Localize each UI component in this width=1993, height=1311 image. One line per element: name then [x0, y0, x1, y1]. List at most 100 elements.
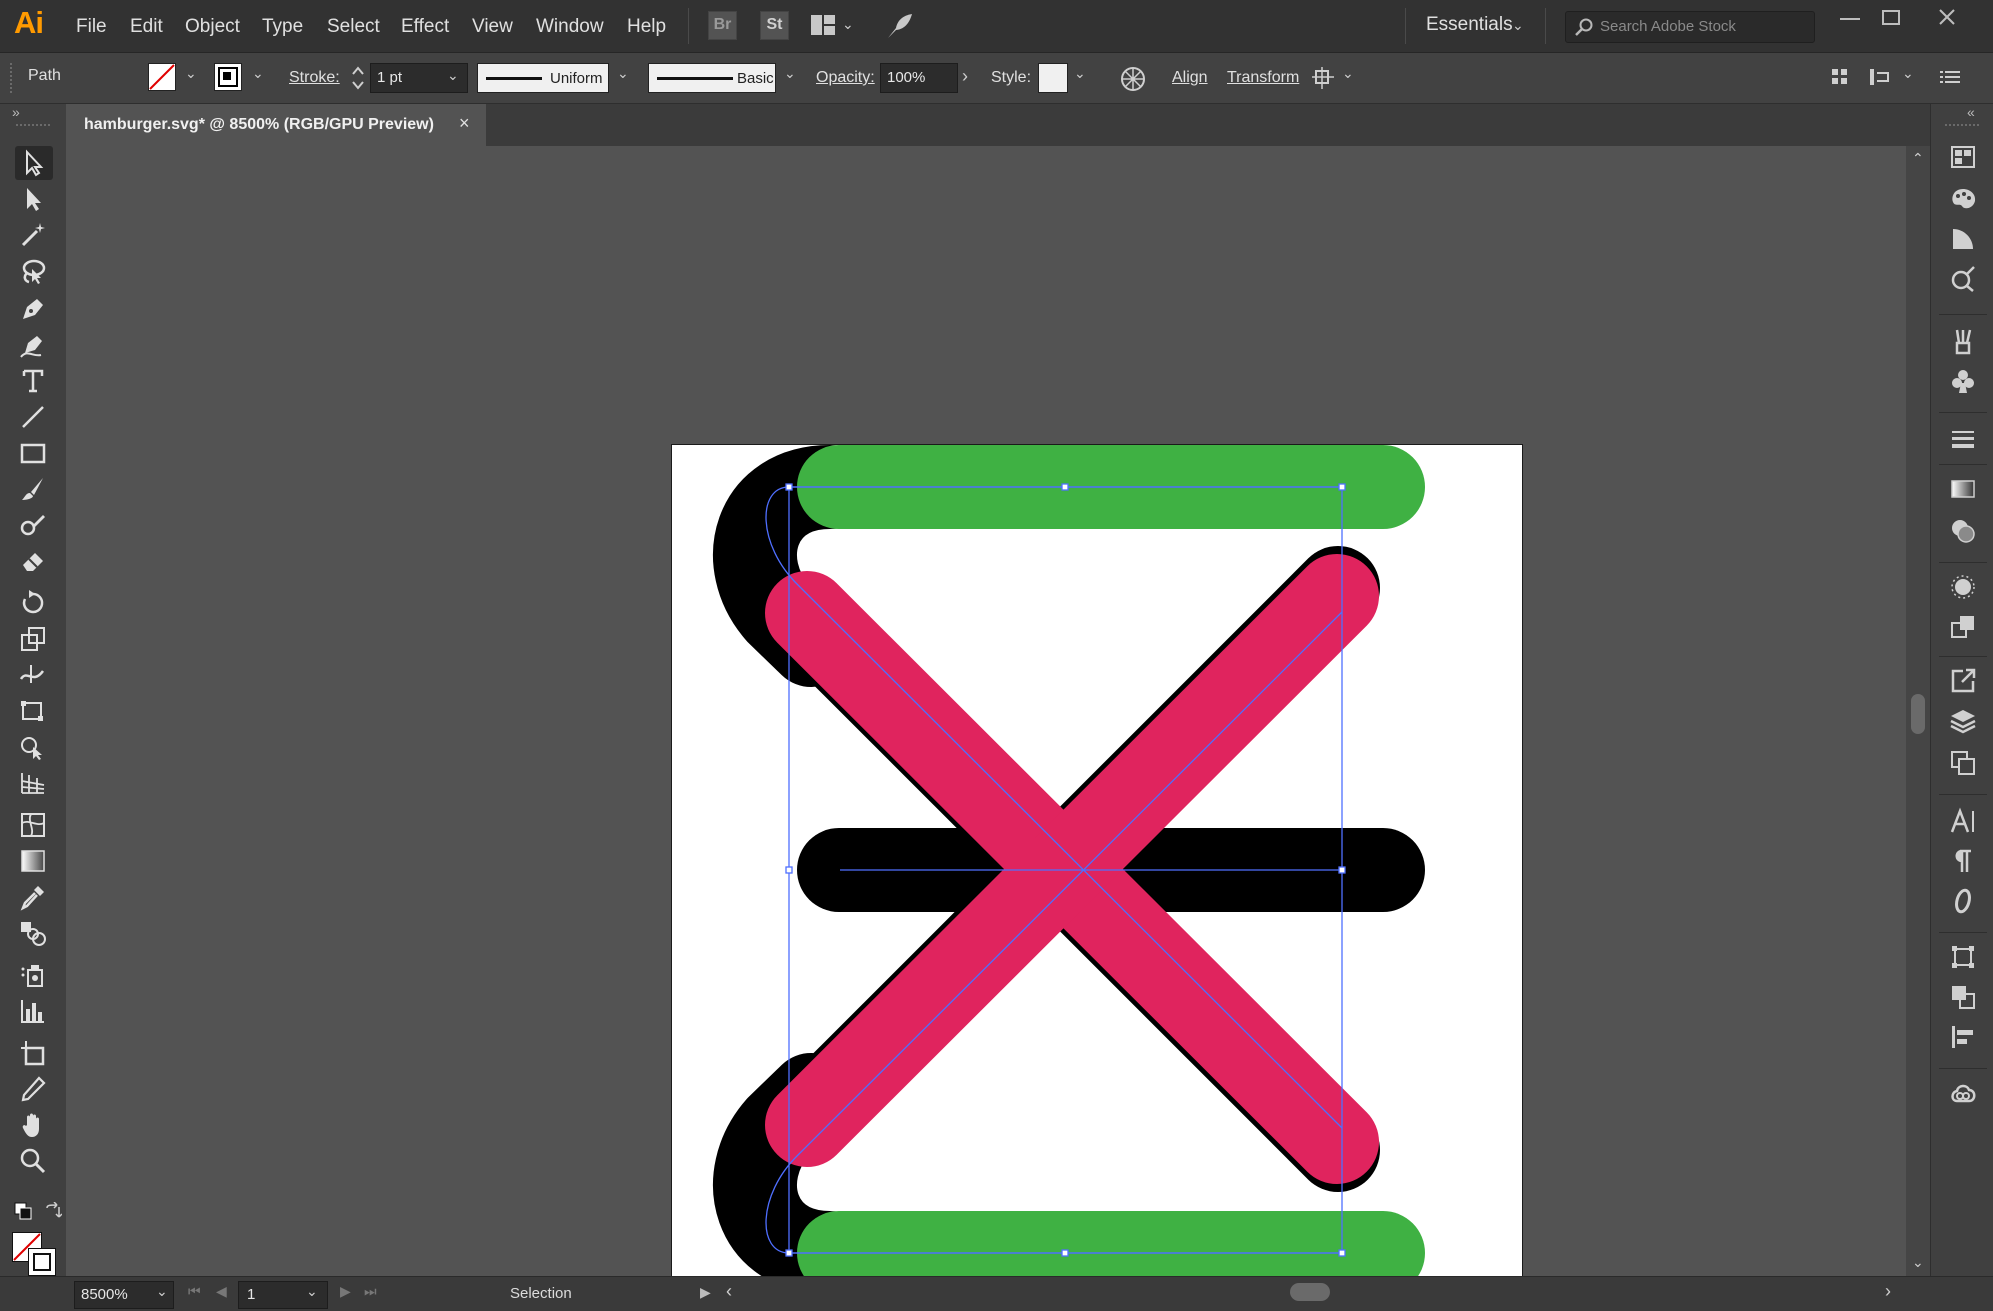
scroll-right-icon[interactable]: ›	[1885, 1281, 1891, 1302]
bridge-button[interactable]: Br	[708, 11, 737, 40]
column-graph-tool[interactable]	[16, 996, 50, 1026]
stroke-panel-button[interactable]	[1945, 422, 1981, 456]
chevron-down-icon[interactable]: ⌄	[617, 65, 629, 82]
creative-cloud-button[interactable]	[1945, 1076, 1981, 1110]
first-artboard-icon[interactable]: ⏮	[188, 1283, 201, 1300]
curvature-tool[interactable]	[16, 330, 50, 360]
layers-panel-button[interactable]	[1945, 704, 1981, 738]
stroke-weight-field[interactable]: 1 pt ⌄	[370, 63, 468, 93]
expand-panels-icon[interactable]: «	[1967, 104, 1975, 120]
recolor-panel-button[interactable]	[1945, 262, 1981, 296]
recolor-artwork-icon[interactable]	[1119, 65, 1147, 93]
graphic-style-swatch[interactable]	[1038, 63, 1068, 93]
magic-wand-tool[interactable]	[16, 220, 50, 250]
shaper-tool[interactable]	[16, 510, 50, 540]
blend-tool[interactable]	[16, 918, 50, 948]
align-panel-button[interactable]	[1945, 1020, 1981, 1054]
opacity-label[interactable]: Opacity:	[816, 69, 875, 87]
transform-link[interactable]: Transform	[1227, 69, 1299, 87]
chevron-down-icon[interactable]: ⌄	[1512, 17, 1524, 34]
default-fill-stroke-icon[interactable]	[14, 1202, 32, 1220]
character-panel-button[interactable]	[1945, 804, 1981, 838]
close-window-button[interactable]	[1938, 8, 1956, 26]
search-stock-field[interactable]: Search Adobe Stock	[1565, 11, 1815, 43]
variable-width-profile[interactable]: Uniform	[477, 63, 609, 93]
graphic-styles-panel-button[interactable]	[1945, 610, 1981, 644]
selection-tool[interactable]	[16, 148, 50, 178]
shape-builder-tool[interactable]	[16, 732, 50, 762]
paragraph-panel-button[interactable]	[1945, 844, 1981, 878]
width-tool[interactable]	[16, 660, 50, 690]
chevron-down-icon[interactable]: ⌄	[1074, 65, 1086, 82]
scale-tool[interactable]	[16, 624, 50, 654]
stock-button[interactable]: St	[760, 11, 789, 40]
chevron-down-icon[interactable]: ⌄	[784, 65, 796, 82]
vertical-scroll-thumb[interactable]	[1911, 694, 1925, 734]
menu-select[interactable]: Select	[327, 16, 380, 38]
stroke-weight-stepper[interactable]	[349, 63, 367, 93]
canvas-area[interactable]	[66, 146, 1906, 1296]
artboard[interactable]	[671, 444, 1523, 1296]
document-tab[interactable]: hamburger.svg* @ 8500% (RGB/GPU Preview)…	[66, 104, 486, 146]
menu-edit[interactable]: Edit	[130, 16, 163, 38]
horizontal-scrollbar[interactable]: ‹ ›	[720, 1279, 1906, 1305]
isolate-object-icon[interactable]	[1310, 65, 1336, 91]
collapse-toolbar-icon[interactable]: »	[12, 104, 20, 120]
arrange-panels-icon[interactable]	[1830, 67, 1850, 87]
transform-panel-button[interactable]	[1945, 940, 1981, 974]
chevron-right-icon[interactable]: ›	[962, 66, 968, 87]
libraries-panel-button[interactable]	[1945, 140, 1981, 174]
opacity-field[interactable]: 100%	[880, 63, 958, 93]
fill-dropdown-chevron[interactable]: ⌄	[185, 65, 197, 82]
minimize-button[interactable]	[1840, 18, 1860, 20]
artwork[interactable]	[672, 445, 1522, 1295]
rectangle-tool[interactable]	[16, 438, 50, 468]
pen-tool[interactable]	[16, 294, 50, 324]
menu-effect[interactable]: Effect	[401, 16, 449, 38]
direct-selection-tool[interactable]	[16, 184, 50, 214]
mesh-tool[interactable]	[16, 810, 50, 840]
artboard-tool[interactable]	[16, 1038, 50, 1068]
perspective-grid-tool[interactable]	[16, 768, 50, 798]
opentype-panel-button[interactable]	[1945, 884, 1981, 918]
close-tab-icon[interactable]: ×	[459, 113, 470, 134]
menu-object[interactable]: Object	[185, 16, 240, 38]
distribute-icon[interactable]	[1868, 67, 1894, 87]
pathfinder-panel-button[interactable]	[1945, 980, 1981, 1014]
swap-fill-stroke-icon[interactable]	[44, 1202, 62, 1220]
chevron-down-icon[interactable]: ⌄	[1902, 65, 1914, 82]
horizontal-scroll-thumb[interactable]	[1290, 1283, 1330, 1301]
color-panel-button[interactable]	[1945, 182, 1981, 216]
hand-tool[interactable]	[16, 1110, 50, 1140]
chevron-down-icon[interactable]: ⌄	[1342, 65, 1354, 82]
menu-window[interactable]: Window	[536, 16, 604, 38]
gradient-tool[interactable]	[16, 846, 50, 876]
zoom-tool[interactable]	[16, 1146, 50, 1176]
transparency-panel-button[interactable]	[1945, 514, 1981, 548]
last-artboard-icon[interactable]: ⏭	[364, 1283, 377, 1300]
panel-grip[interactable]	[1945, 124, 1979, 129]
line-segment-tool[interactable]	[16, 402, 50, 432]
vertical-scrollbar[interactable]: ⌃ ⌄	[1906, 146, 1930, 1276]
slice-tool[interactable]	[16, 1074, 50, 1104]
type-tool[interactable]	[16, 366, 50, 396]
next-artboard-icon[interactable]: ▶	[340, 1283, 351, 1300]
gradient-panel-button[interactable]	[1945, 472, 1981, 506]
export-asset-panel-button[interactable]	[1945, 664, 1981, 698]
stroke-dropdown-chevron[interactable]: ⌄	[252, 65, 264, 82]
color-guide-panel-button[interactable]	[1945, 222, 1981, 256]
feather-icon[interactable]	[884, 12, 914, 40]
fill-swatch[interactable]	[148, 63, 176, 91]
free-transform-tool[interactable]	[16, 696, 50, 726]
menu-help[interactable]: Help	[627, 16, 666, 38]
eyedropper-tool[interactable]	[16, 882, 50, 912]
zoom-dropdown-chevron[interactable]: ⌄	[156, 1283, 168, 1300]
stroke-swatch[interactable]	[214, 63, 242, 91]
paintbrush-tool[interactable]	[16, 474, 50, 504]
symbols-panel-button[interactable]	[1945, 364, 1981, 398]
appearance-panel-button[interactable]	[1945, 570, 1981, 604]
scroll-left-icon[interactable]: ‹	[726, 1281, 732, 1302]
maximize-button[interactable]	[1882, 10, 1900, 25]
panel-grip[interactable]	[16, 124, 50, 129]
menu-file[interactable]: File	[76, 16, 107, 38]
